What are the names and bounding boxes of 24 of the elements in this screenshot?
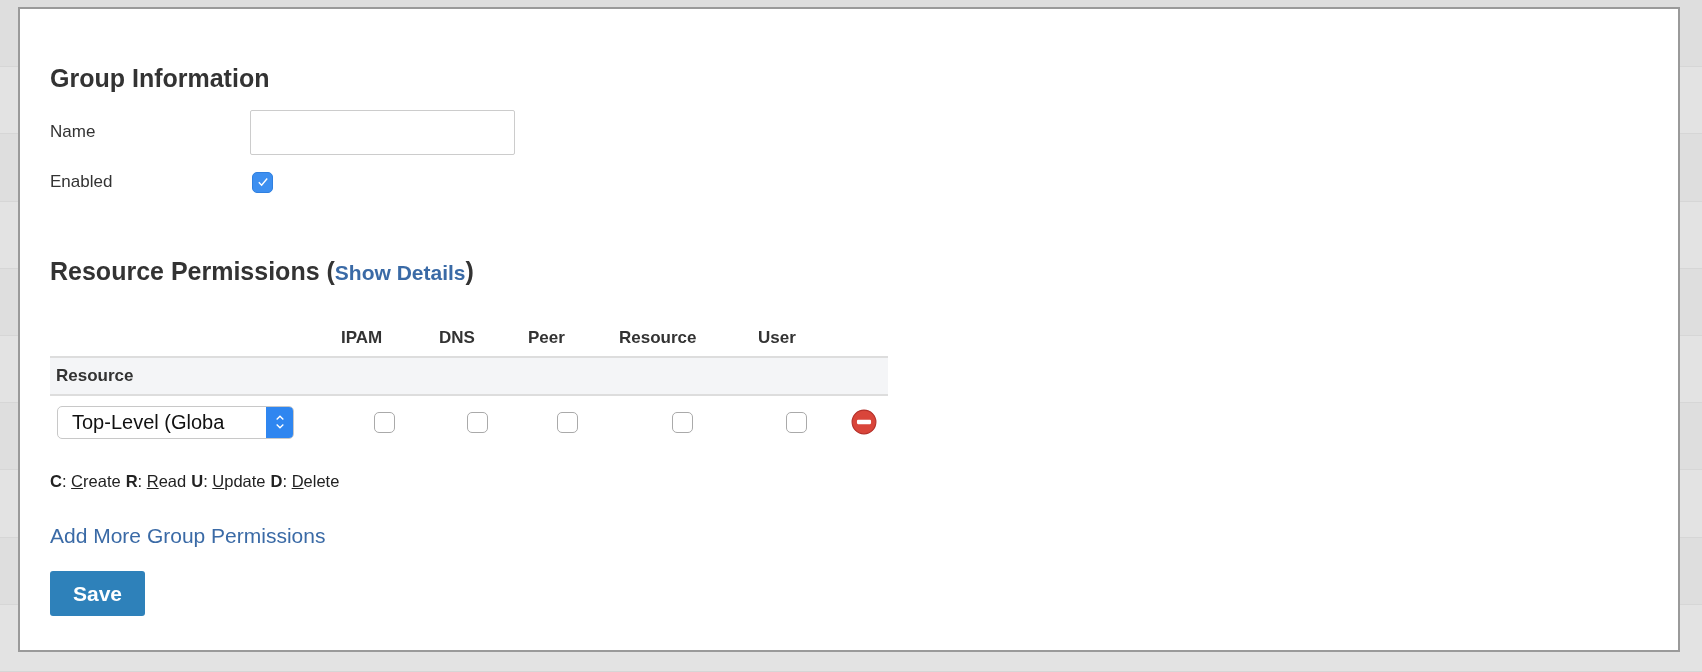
field-label: Enabled (50, 172, 114, 192)
section-heading: Resource Permissions (Show Details) (50, 257, 475, 286)
remove-icon[interactable] (851, 409, 877, 435)
checkbox[interactable] (557, 411, 578, 433)
save-button[interactable]: Save (50, 571, 145, 616)
column-header: IPAM (340, 328, 384, 348)
column-header: DNS (438, 328, 476, 348)
column-header: Resource (618, 328, 698, 348)
name-field[interactable] (250, 109, 515, 155)
add-permissions-link[interactable]: Add More Group Permissions (50, 524, 326, 548)
checkbox[interactable] (373, 411, 395, 433)
section-heading: Group Information (50, 64, 271, 93)
checkbox[interactable] (252, 171, 273, 193)
field-label: Name (50, 122, 97, 142)
checkbox[interactable] (672, 411, 693, 433)
checkbox[interactable] (467, 411, 488, 433)
checkbox[interactable] (785, 411, 807, 433)
legend-text: C: Create R: Read U: Update D: Delete (50, 472, 341, 491)
column-header: Resource (55, 366, 134, 386)
column-header: User (757, 328, 797, 348)
resource-select[interactable]: Top-Level (Globa (57, 405, 294, 439)
up-down-chevron-icon (274, 413, 285, 431)
column-header: Peer (527, 328, 566, 348)
show-details-link[interactable]: Show Details (334, 261, 466, 284)
